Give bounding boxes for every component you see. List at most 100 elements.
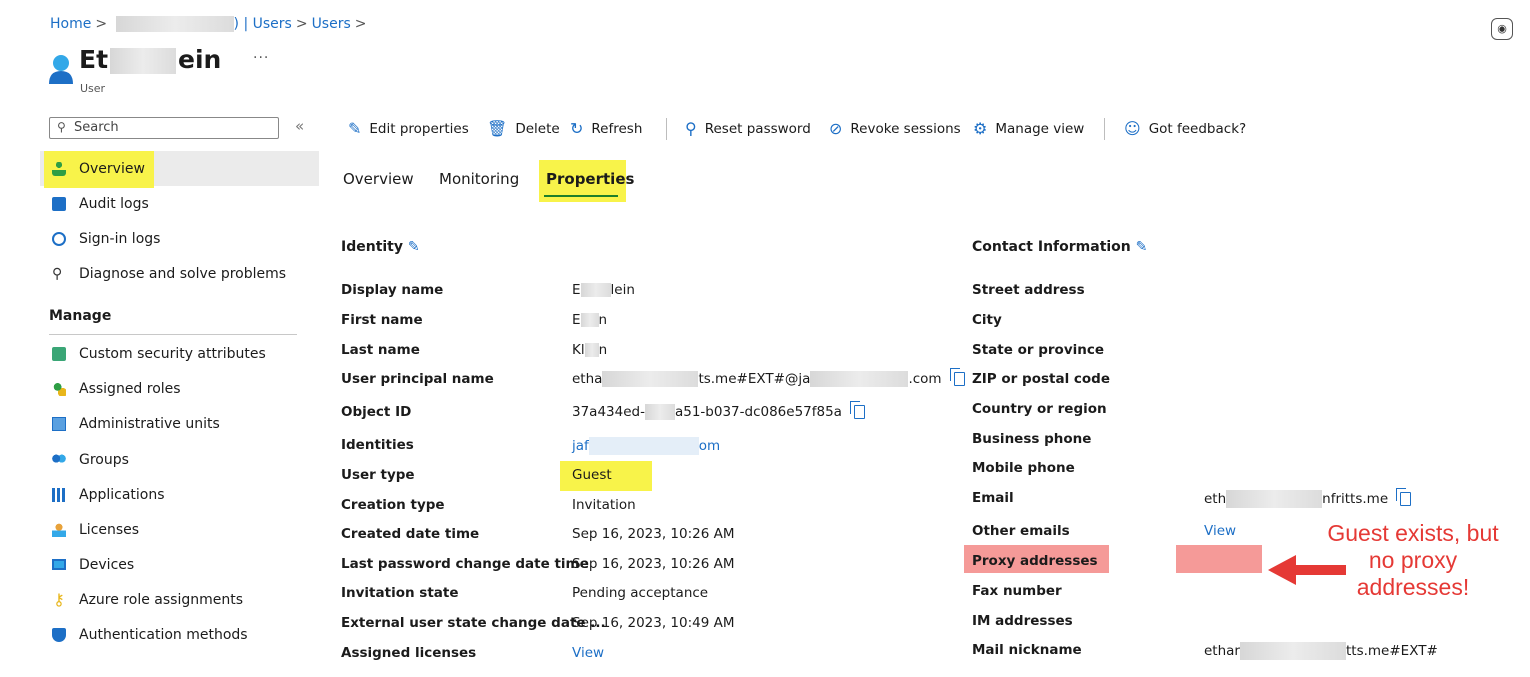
active-tab-underline [544, 195, 618, 197]
label-identities: Identities [341, 437, 414, 453]
value-creation-type: Invitation [572, 497, 636, 513]
feedback-icon: ☺ [1124, 119, 1141, 138]
key-search-icon: ⚲ [685, 119, 697, 138]
label-last-name: Last name [341, 342, 420, 358]
sidebar-item-licenses[interactable]: Licenses [40, 512, 319, 547]
highlight-proxy-value [1176, 545, 1262, 573]
label-user-principal-name: User principal name [341, 371, 494, 387]
tab-overview[interactable]: Overview [343, 170, 414, 188]
label-business-phone: Business phone [972, 431, 1092, 447]
value-mail-nickname: ethar tts.me#EXT# [1204, 642, 1438, 660]
more-options-button[interactable]: ··· [253, 50, 269, 66]
gear-icon: ⚙ [973, 119, 988, 138]
label-zip: ZIP or postal code [972, 371, 1110, 387]
trash-icon: 🗑 [487, 119, 508, 138]
label-mobile-phone: Mobile phone [972, 460, 1075, 476]
value-external-user-state-change: Sep 16, 2023, 10:49 AM [572, 615, 735, 631]
search-input[interactable]: ⚲ Search [49, 117, 279, 139]
refresh-icon: ↻ [570, 119, 584, 138]
value-identities-link[interactable]: jaf om [572, 437, 720, 455]
audit-log-icon [52, 196, 66, 211]
shield-icon [52, 627, 66, 642]
label-fax-number: Fax number [972, 583, 1062, 599]
label-first-name: First name [341, 312, 423, 328]
annotation-text: Guest exists, but no proxy addresses! [1327, 520, 1499, 600]
edit-identity-pencil-icon[interactable]: ✎ [408, 239, 420, 255]
edit-contact-pencil-icon[interactable]: ✎ [1136, 239, 1148, 255]
label-street-address: Street address [972, 282, 1085, 298]
feedback-button[interactable]: ☺ Got feedback? [1124, 119, 1246, 138]
label-country: Country or region [972, 401, 1107, 417]
toolbar-separator [1104, 118, 1105, 140]
label-other-emails: Other emails [972, 523, 1070, 539]
manage-view-button[interactable]: ⚙ Manage view [973, 119, 1084, 138]
breadcrumb-home[interactable]: Home [50, 16, 91, 32]
sidebar-item-label: Overview [79, 160, 145, 177]
assigned-licenses-view-link[interactable]: View [572, 645, 604, 661]
copy-icon[interactable] [849, 401, 865, 419]
pencil-icon: ✎ [348, 119, 362, 138]
sidebar-divider [49, 334, 297, 335]
breadcrumb: Home > ) | Users > Users > [50, 16, 367, 32]
screenshot-icon[interactable]: ◉ [1491, 18, 1513, 40]
contact-heading: Contact Information ✎ [972, 239, 1148, 255]
edit-properties-button[interactable]: ✎ Edit properties [348, 119, 469, 138]
label-im-addresses: IM addresses [972, 613, 1073, 629]
applications-grid-icon [52, 487, 66, 502]
refresh-button[interactable]: ↻ Refresh [570, 119, 642, 138]
value-email: eth nfritts.me [1204, 488, 1412, 508]
search-icon: ⚲ [57, 120, 66, 134]
sidebar-item-overview-content[interactable]: Overview [40, 151, 319, 186]
value-user-principal-name: etha ts.me#EXT#@ja .com [572, 368, 965, 387]
label-last-password-change: Last password change date time [341, 556, 589, 572]
other-emails-view-link[interactable]: View [1204, 523, 1236, 539]
manage-heading: Manage [49, 308, 112, 324]
breadcrumb-users[interactable]: Users [312, 16, 351, 32]
revoke-sessions-button[interactable]: ⊘ Revoke sessions [829, 119, 961, 138]
label-assigned-licenses: Assigned licenses [341, 645, 477, 661]
redacted-tenant [115, 16, 234, 32]
toolbar-separator [666, 118, 667, 140]
delete-button[interactable]: 🗑 Delete [487, 119, 560, 138]
user-avatar-icon [49, 55, 73, 84]
sidebar-item-sign-in-logs[interactable]: Sign-in logs [40, 221, 319, 256]
page-subtitle: User [80, 82, 106, 95]
label-user-type: User type [341, 467, 415, 483]
label-proxy-addresses: Proxy addresses [972, 553, 1098, 569]
sidebar-item-groups[interactable]: Groups [40, 442, 319, 477]
value-user-type: Guest [572, 467, 612, 483]
sidebar-item-custom-security-attributes[interactable]: Custom security attributes [40, 336, 319, 371]
sidebar-item-assigned-roles[interactable]: Assigned roles [40, 371, 319, 406]
value-last-password-change: Sep 16, 2023, 10:26 AM [572, 556, 735, 572]
tab-monitoring[interactable]: Monitoring [439, 170, 519, 188]
label-email: Email [972, 490, 1014, 506]
value-last-name: Kl n [572, 342, 608, 358]
tab-properties[interactable]: Properties [546, 170, 634, 188]
sidebar-item-authentication-methods[interactable]: Authentication methods [40, 617, 319, 652]
sidebar-item-applications[interactable]: Applications [40, 477, 319, 512]
identity-heading: Identity ✎ [341, 239, 420, 255]
admin-units-icon [52, 416, 66, 431]
collapse-sidebar-button[interactable]: « [295, 117, 304, 135]
redacted-name [110, 48, 177, 74]
label-mail-nickname: Mail nickname [972, 642, 1082, 658]
sidebar-item-devices[interactable]: Devices [40, 547, 319, 582]
label-city: City [972, 312, 1002, 328]
label-external-user-state-change: External user state change date ... [341, 615, 606, 631]
user-icon [52, 161, 66, 176]
key-icon: ⚷ [53, 589, 65, 609]
label-state: State or province [972, 342, 1105, 358]
sidebar-item-diagnose[interactable]: ⚲ Diagnose and solve problems [40, 256, 319, 291]
sidebar-item-administrative-units[interactable]: Administrative units [40, 406, 319, 441]
sidebar-item-azure-role-assignments[interactable]: ⚷ Azure role assignments [40, 582, 319, 617]
devices-icon [52, 559, 66, 570]
reset-password-button[interactable]: ⚲ Reset password [685, 119, 811, 138]
label-creation-type: Creation type [341, 497, 445, 513]
sidebar-item-audit-logs[interactable]: Audit logs [40, 186, 319, 221]
label-object-id: Object ID [341, 404, 412, 420]
value-created-date-time: Sep 16, 2023, 10:26 AM [572, 526, 735, 542]
value-object-id: 37a434ed-a51-b037-dc086e57f85a [572, 401, 865, 420]
breadcrumb-tenant-users[interactable]: ) | Users [234, 16, 292, 32]
copy-icon[interactable] [1396, 488, 1412, 506]
copy-icon[interactable] [949, 368, 965, 386]
